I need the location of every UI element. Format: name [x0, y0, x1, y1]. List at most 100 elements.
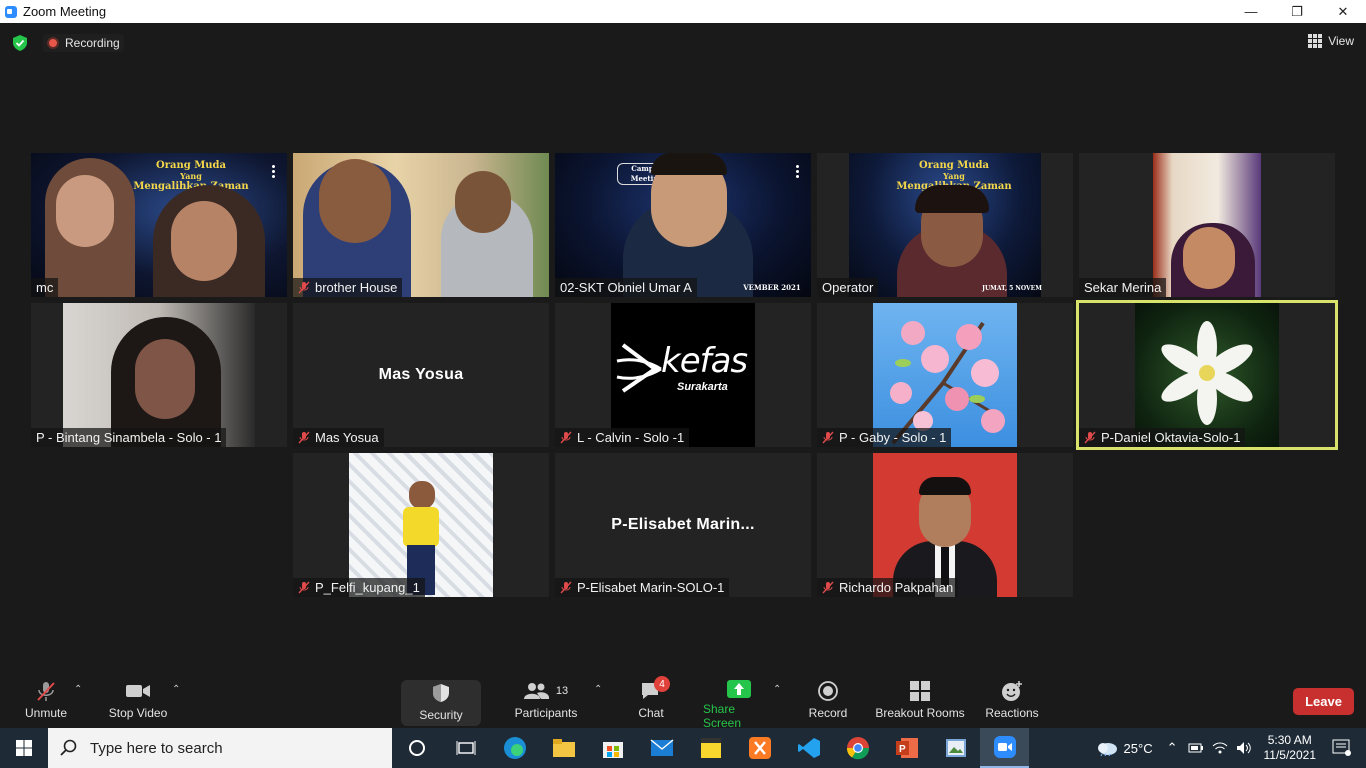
file-explorer-icon[interactable]	[539, 728, 588, 768]
recording-dot-icon	[47, 37, 59, 49]
hair	[919, 477, 971, 495]
svg-text:P: P	[899, 744, 906, 755]
breakout-rooms-button[interactable]: Breakout Rooms	[875, 680, 965, 726]
zoom-taskbar-icon[interactable]	[980, 728, 1029, 768]
image-viewer-icon[interactable]	[931, 728, 980, 768]
video-tile-calvin[interactable]: kefas Surakarta L - Calvin - Solo -1	[555, 303, 811, 447]
participant-display-name: P-Elisabet Marin...	[611, 516, 755, 533]
video-tile-sekar[interactable]: Sekar Merina	[1079, 153, 1335, 297]
recording-indicator[interactable]: Recording	[43, 34, 124, 52]
windows-taskbar: Type here to search P 25°C ⌃ 5:30 AM 11/…	[0, 728, 1366, 768]
weather-temperature[interactable]: 25°C	[1124, 741, 1153, 756]
record-button[interactable]: Record	[806, 680, 850, 726]
participant-name: P-Elisabet Marin-SOLO-1	[555, 578, 730, 597]
participant-name: Sekar Merina	[1079, 278, 1167, 297]
video-tile-gaby[interactable]: P - Gaby - Solo - 1	[817, 303, 1073, 447]
minimize-button[interactable]: —	[1228, 0, 1274, 23]
video-tile-mc[interactable]: Orang Muda Yang Mengalihkan Zaman mc	[31, 153, 287, 297]
share-screen-button[interactable]: Share Screen	[703, 680, 775, 730]
tray-expand-chevron-icon[interactable]: ⌃	[1167, 740, 1178, 756]
participants-options-chevron-icon[interactable]: ⌃	[594, 684, 602, 695]
video-options-chevron-icon[interactable]: ⌃	[172, 684, 180, 695]
reactions-label: Reactions	[985, 706, 1039, 720]
cortana-icon[interactable]	[392, 728, 441, 768]
maximize-button[interactable]: ❐	[1274, 0, 1320, 23]
participants-label: Participants	[514, 706, 578, 720]
face	[171, 201, 237, 281]
vscode-icon[interactable]	[784, 728, 833, 768]
security-label: Security	[419, 708, 463, 722]
muted-mic-icon	[298, 431, 310, 444]
powerpoint-icon[interactable]: P	[882, 728, 931, 768]
participants-count: 13	[555, 685, 569, 697]
clock-date: 11/5/2021	[1263, 748, 1317, 762]
edge-browser-icon[interactable]	[490, 728, 539, 768]
breakout-rooms-icon	[910, 680, 930, 702]
reactions-button[interactable]: Reactions	[984, 680, 1040, 726]
stop-video-button[interactable]: Stop Video	[106, 680, 170, 726]
muted-mic-icon	[822, 431, 834, 444]
chat-button[interactable]: 4 Chat	[630, 676, 672, 726]
kefas-logo-subtext: Surakarta	[677, 381, 728, 393]
task-view-icon[interactable]	[441, 728, 490, 768]
audio-options-chevron-icon[interactable]: ⌃	[74, 684, 82, 695]
weather-cloud-icon[interactable]	[1096, 740, 1118, 756]
participant-name: Operator	[817, 278, 879, 297]
face	[319, 159, 391, 243]
kefas-logo-text: kefas	[661, 341, 748, 381]
taskbar-clock[interactable]: 5:30 AM 11/5/2021	[1264, 733, 1317, 763]
video-camera-icon	[125, 680, 151, 702]
participant-name: P - Gaby - Solo - 1	[817, 428, 952, 447]
wifi-icon[interactable]	[1212, 741, 1228, 755]
taskbar-search-box[interactable]: Type here to search	[48, 728, 392, 768]
video-tile-richardo[interactable]: Richardo Pakpahan	[817, 453, 1073, 597]
sticky-notes-icon[interactable]	[686, 728, 735, 768]
search-icon	[60, 739, 77, 756]
more-options-icon[interactable]	[796, 165, 799, 178]
encryption-shield-icon[interactable]	[13, 35, 27, 51]
share-options-chevron-icon[interactable]: ⌃	[773, 684, 781, 695]
volume-icon[interactable]	[1236, 741, 1252, 755]
xampp-icon[interactable]	[735, 728, 784, 768]
participants-button[interactable]: 13 Participants	[512, 680, 580, 726]
notification-center-icon[interactable]	[1332, 739, 1352, 757]
video-tile-bintang[interactable]: P - Bintang Sinambela - Solo - 1	[31, 303, 287, 447]
mail-icon[interactable]	[637, 728, 686, 768]
participant-name: L - Calvin - Solo -1	[555, 428, 690, 447]
muted-mic-icon	[298, 581, 310, 594]
zoom-app-icon	[5, 5, 17, 18]
muted-mic-icon	[560, 581, 572, 594]
participant-name: Richardo Pakpahan	[817, 578, 959, 597]
security-button[interactable]: Security	[401, 680, 481, 726]
video-tile-operator[interactable]: Orang MudaYangMengalihkan Zaman JUMAT, 5…	[817, 153, 1073, 297]
record-icon	[818, 680, 838, 702]
unmute-button[interactable]: Unmute	[22, 680, 70, 726]
video-tile-felfi[interactable]: P_Felfi_kupang_1	[293, 453, 549, 597]
chrome-icon[interactable]	[833, 728, 882, 768]
blossom-image	[890, 321, 1005, 445]
muted-mic-icon	[35, 680, 57, 702]
windows-start-button[interactable]	[0, 728, 48, 768]
view-label: View	[1328, 34, 1354, 48]
participant-name: Mas Yosua	[293, 428, 384, 447]
close-button[interactable]: ✕	[1320, 0, 1366, 23]
more-options-icon[interactable]	[272, 165, 275, 178]
share-screen-label: Share Screen	[703, 702, 742, 730]
video-tile-brother-house[interactable]: brother House	[293, 153, 549, 297]
stop-video-label: Stop Video	[108, 706, 168, 720]
video-tile-daniel-active-speaker[interactable]: P-Daniel Oktavia-Solo-1	[1076, 300, 1338, 450]
meeting-topbar: Recording View	[0, 31, 1366, 55]
video-tile-elisabet[interactable]: P-Elisabet Marin... P-Elisabet Marin-SOL…	[555, 453, 811, 597]
leave-button[interactable]: Leave	[1293, 688, 1354, 715]
video-tile-obniel[interactable]: Campus Meeting VEMBER 2021 02-SKT Obniel…	[555, 153, 811, 297]
system-tray: 25°C ⌃ 5:30 AM 11/5/2021	[1096, 728, 1366, 768]
microsoft-store-icon[interactable]	[588, 728, 637, 768]
battery-icon[interactable]	[1188, 742, 1204, 754]
participants-icon: 13	[523, 680, 569, 702]
video-tile-mas-yosua[interactable]: Mas Yosua Mas Yosua	[293, 303, 549, 447]
muted-mic-icon	[822, 581, 834, 594]
white-flower-image	[1161, 321, 1253, 425]
chat-label: Chat	[638, 706, 664, 720]
muted-mic-icon	[1084, 431, 1096, 444]
view-button[interactable]: View	[1308, 34, 1354, 48]
